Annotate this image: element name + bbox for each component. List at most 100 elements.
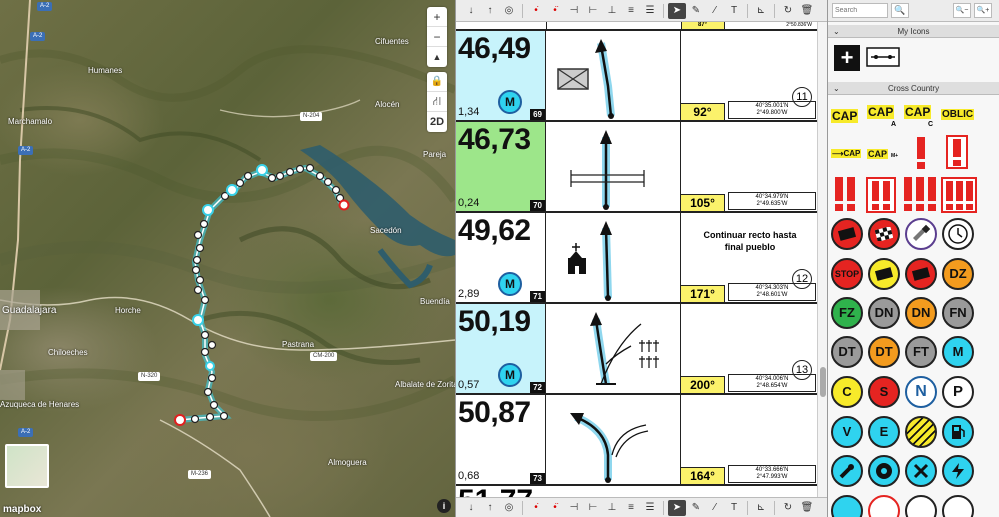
- roadbook-scrollbar[interactable]: [817, 22, 827, 497]
- fuel-pump-icon[interactable]: [942, 416, 974, 448]
- compass-button[interactable]: ▲: [427, 47, 447, 67]
- remove-waypoint-icon[interactable]: •̈: [546, 3, 564, 19]
- section-header-cross-country[interactable]: ⌄ Cross Country: [828, 82, 999, 95]
- tulip-cell[interactable]: [546, 122, 681, 211]
- notes-cell[interactable]: Continuar recto hasta final pueblo 12 17…: [681, 213, 818, 302]
- electric-icon[interactable]: [942, 455, 974, 487]
- info-icon[interactable]: i: [437, 499, 451, 513]
- lines-icon[interactable]: ≡: [622, 500, 640, 516]
- v-icon[interactable]: V: [831, 416, 863, 448]
- pointer-tool-icon[interactable]: ➤: [668, 499, 686, 516]
- dn-orange-icon[interactable]: DN: [905, 297, 937, 329]
- split-icon[interactable]: ⊥: [603, 500, 621, 516]
- text-tool-icon[interactable]: T: [725, 500, 743, 516]
- dt-orange-icon[interactable]: DT: [868, 336, 900, 368]
- align-left-icon[interactable]: ⊣: [565, 500, 583, 516]
- lines-icon[interactable]: ≡: [622, 3, 640, 19]
- arrow-up-icon[interactable]: [942, 495, 974, 517]
- fn-icon[interactable]: FN: [942, 297, 974, 329]
- refresh-icon[interactable]: ↻: [779, 500, 797, 516]
- tulip-cell[interactable]: [546, 213, 681, 302]
- brush-tool-icon[interactable]: ⁄: [706, 3, 724, 19]
- ft-icon[interactable]: FT: [905, 336, 937, 368]
- stamp-icon[interactable]: [905, 218, 937, 250]
- s-icon[interactable]: S: [868, 376, 900, 408]
- zoom-out-button[interactable]: −: [427, 27, 447, 47]
- waypoint-yellow-icon[interactable]: [868, 258, 900, 290]
- search-icon[interactable]: 🔍: [891, 3, 909, 18]
- waypoint-white-icon[interactable]: [905, 495, 937, 517]
- oblic-icon[interactable]: OBLIC: [941, 109, 975, 120]
- refresh-icon[interactable]: ↻: [779, 3, 797, 19]
- split-icon[interactable]: ⊥: [603, 3, 621, 19]
- text-tool-icon[interactable]: T: [725, 3, 743, 19]
- cap-m-icon[interactable]: CAP: [867, 149, 889, 159]
- m-icon[interactable]: M: [942, 336, 974, 368]
- brush-tool-icon[interactable]: ⁄: [706, 500, 724, 516]
- danger-2-boxed-icon[interactable]: [866, 177, 896, 213]
- zoom-in-icon[interactable]: 🔍+: [974, 3, 992, 18]
- checkered-flag-icon[interactable]: [868, 218, 900, 250]
- danger-1-icon[interactable]: [914, 137, 928, 169]
- icon-search-input[interactable]: [832, 3, 888, 18]
- e-icon[interactable]: E: [868, 416, 900, 448]
- align-center-icon[interactable]: ⊢: [584, 500, 602, 516]
- clock-icon[interactable]: [942, 218, 974, 250]
- view-mode-button[interactable]: 2D: [427, 112, 447, 132]
- notes-cell[interactable]: 105° 40°34.979'N 2°49.635'W: [681, 122, 818, 211]
- stop-icon[interactable]: STOP: [831, 258, 863, 290]
- lock-icon[interactable]: 🔒: [427, 72, 447, 92]
- add-waypoint-icon[interactable]: •̇: [527, 500, 545, 516]
- ruler-icon[interactable]: ⊾: [752, 3, 770, 19]
- n-icon[interactable]: N: [905, 376, 937, 408]
- tulip-cell[interactable]: [546, 31, 681, 120]
- move-down-icon[interactable]: ↓: [462, 3, 480, 19]
- menu-lines-icon[interactable]: ☰: [641, 500, 659, 516]
- move-up-icon[interactable]: ↑: [481, 500, 499, 516]
- menu-lines-icon[interactable]: ☰: [641, 3, 659, 19]
- trash-icon[interactable]: 🗑: [798, 500, 816, 516]
- move-down-icon[interactable]: ↓: [462, 500, 480, 516]
- roadbook-row[interactable]: 50,19 M 0,57 72 13 200° 40°34.006'N 2°48…: [456, 304, 818, 395]
- roadbook-row[interactable]: 50,87 0,68 73 164° 40°33.666'N 2°47.993'W: [456, 395, 818, 486]
- target-icon[interactable]: ◎: [500, 3, 518, 19]
- minimap[interactable]: [5, 444, 49, 488]
- c-icon[interactable]: C: [831, 376, 863, 408]
- tulip-cell[interactable]: [546, 304, 681, 393]
- roadbook-row[interactable]: 46,73 0,24 70 105° 40°34.979'N 2°49.635'…: [456, 122, 818, 213]
- medical-icon[interactable]: [831, 495, 863, 517]
- scrollbar-thumb[interactable]: [820, 367, 826, 397]
- ruler-icon[interactable]: ⊾: [752, 500, 770, 516]
- no-entry-icon[interactable]: [868, 495, 900, 517]
- trash-icon[interactable]: 🗑: [798, 3, 816, 19]
- pointer-tool-icon[interactable]: ➤: [668, 2, 686, 19]
- remove-waypoint-icon[interactable]: •̈: [546, 500, 564, 516]
- end-zone-icon[interactable]: [905, 416, 937, 448]
- gate-icon[interactable]: [866, 47, 900, 67]
- pen-tool-icon[interactable]: ✎: [687, 3, 705, 19]
- danger-1-boxed-icon[interactable]: [946, 135, 968, 169]
- fz-icon[interactable]: FZ: [831, 297, 863, 329]
- danger-3-icon[interactable]: [902, 177, 938, 213]
- danger-2-icon[interactable]: [832, 177, 860, 213]
- tools-icon[interactable]: [905, 455, 937, 487]
- section-header-my-icons[interactable]: ⌄ My Icons: [828, 25, 999, 38]
- dn-grey-icon[interactable]: DN: [868, 297, 900, 329]
- waypoint-red-2-icon[interactable]: [905, 258, 937, 290]
- notes-cell[interactable]: 11 92° 40°35.001'N 2°49.800'W: [681, 31, 818, 120]
- cap-a-icon[interactable]: CAP: [867, 105, 895, 119]
- align-left-icon[interactable]: ⊣: [565, 3, 583, 19]
- add-waypoint-icon[interactable]: •̇: [527, 3, 545, 19]
- roadbook-row[interactable]: 46,49 M 1,34 69 11 92° 40°35.001'N 2°49.8: [456, 31, 818, 122]
- dt-grey-icon[interactable]: DT: [831, 336, 863, 368]
- plus-icon[interactable]: +: [834, 45, 860, 71]
- waypoint-red-icon[interactable]: [831, 218, 863, 250]
- arrow-cap-icon[interactable]: ⟶CAP: [831, 149, 862, 158]
- wrench-icon[interactable]: [831, 455, 863, 487]
- align-center-icon[interactable]: ⊢: [584, 3, 602, 19]
- dz-icon[interactable]: DZ: [942, 258, 974, 290]
- tulip-cell[interactable]: [546, 395, 681, 484]
- tire-icon[interactable]: [868, 455, 900, 487]
- zoom-out-icon[interactable]: 🔍−: [953, 3, 971, 18]
- map-view[interactable]: Humanes Marchamalo Guadalajara Chiloeche…: [0, 0, 455, 517]
